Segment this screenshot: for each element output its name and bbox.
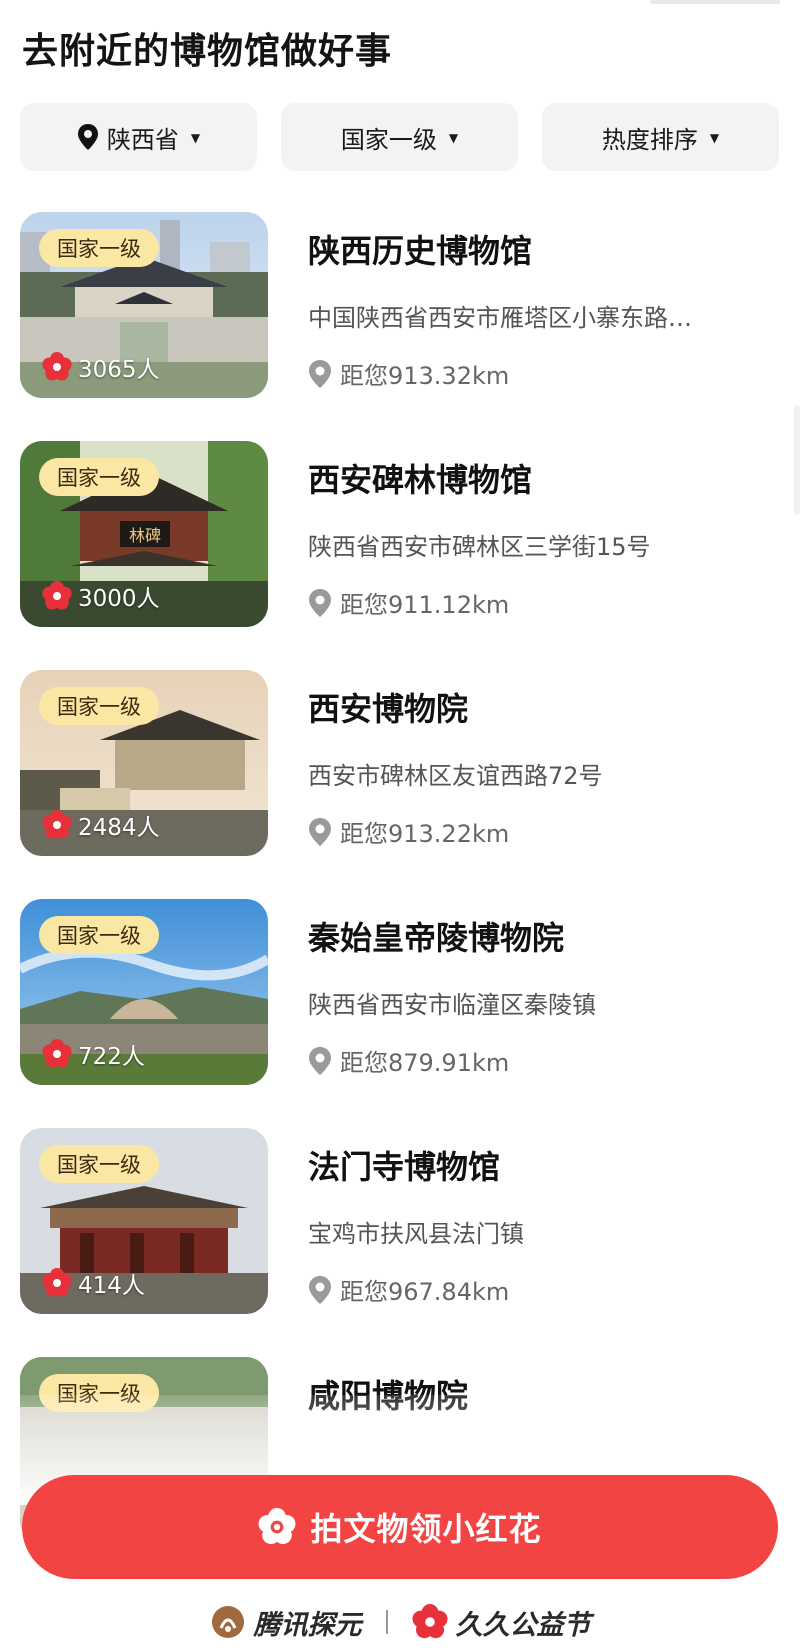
museum-distance: 距您967.84km	[308, 1272, 509, 1307]
level-badge: 国家一级	[39, 916, 159, 954]
museum-name: 秦始皇帝陵博物院	[308, 919, 565, 957]
filter-level[interactable]: 国家一级 ▼	[281, 103, 518, 171]
museum-address: 陕西省西安市碑林区三学街15号	[308, 533, 651, 561]
brand-tencent-tanyuan: 腾讯探元	[210, 1603, 362, 1642]
location-pin-icon	[309, 359, 331, 388]
filter-sort-label: 热度排序	[601, 125, 698, 154]
museum-card[interactable]: 林碑 国家一级 3000人 西安碑林博物馆 陕西省西安市碑林区三学街15号 距您…	[20, 441, 780, 627]
red-flower-icon	[42, 810, 72, 839]
museum-card[interactable]: 国家一级 3065人 陕西历史博物馆 中国陕西省西安市雁塔区小寨东路… 距您91…	[20, 212, 780, 398]
participant-count: 2484人	[42, 808, 160, 842]
museum-photo: 国家一级 3065人	[20, 212, 268, 398]
filter-level-label: 国家一级	[340, 125, 437, 154]
museum-photo: 国家一级 2484人	[20, 670, 268, 856]
museum-distance-value: 距您967.84km	[340, 1278, 510, 1306]
location-pin-icon	[309, 1275, 331, 1304]
museum-photo: 林碑 国家一级 3000人	[20, 441, 268, 627]
top-edge-bar	[650, 0, 780, 4]
museum-address: 中国陕西省西安市雁塔区小寨东路…	[308, 304, 692, 332]
red-flower-icon	[411, 1604, 448, 1639]
location-pin-icon	[309, 588, 331, 617]
caret-down-icon: ▼	[190, 131, 201, 145]
participant-count-value: 3065人	[78, 357, 160, 383]
caret-down-icon: ▼	[448, 131, 459, 145]
filter-sort[interactable]: 热度排序 ▼	[542, 103, 779, 171]
participant-count-value: 2484人	[78, 815, 160, 841]
brand-99-charity: 久久公益节	[411, 1603, 591, 1642]
museum-card[interactable]: 国家一级 414人 法门寺博物馆 宝鸡市扶风县法门镇 距您967.84km	[20, 1128, 780, 1314]
museum-card[interactable]: 国家一级 2484人 西安博物院 西安市碑林区友谊西路72号 距您913.22k…	[20, 670, 780, 856]
location-pin-icon	[309, 1046, 331, 1075]
brand-right-label: 久久公益节	[455, 1609, 591, 1641]
footer-divider	[385, 1610, 388, 1634]
red-flower-icon	[42, 1268, 72, 1297]
museum-name: 西安博物院	[308, 690, 469, 728]
svg-text:林碑: 林碑	[129, 526, 161, 545]
red-flower-icon	[42, 1039, 72, 1068]
museum-card[interactable]: 国家一级 722人 秦始皇帝陵博物院 陕西省西安市临潼区秦陵镇 距您879.91…	[20, 899, 780, 1085]
museum-distance-value: 距您913.32km	[340, 362, 510, 390]
red-flower-icon	[42, 352, 72, 381]
level-badge: 国家一级	[39, 229, 159, 267]
museum-address: 陕西省西安市临潼区秦陵镇	[308, 991, 596, 1019]
page-title: 去附近的博物馆做好事	[22, 31, 393, 72]
red-flower-icon	[42, 581, 72, 610]
participant-count: 722人	[42, 1037, 145, 1071]
museum-distance: 距您913.32km	[308, 356, 509, 391]
level-badge: 国家一级	[39, 1145, 159, 1183]
museum-distance: 距您913.22km	[308, 814, 509, 849]
museum-photo: 国家一级 722人	[20, 899, 268, 1085]
museum-name: 西安碑林博物馆	[308, 461, 533, 499]
participant-count: 3065人	[42, 350, 160, 384]
museum-distance: 距您911.12km	[308, 585, 509, 620]
red-flower-icon	[258, 1508, 296, 1545]
museum-name: 法门寺博物馆	[308, 1148, 501, 1186]
location-pin-icon	[77, 124, 98, 150]
participant-count: 414人	[42, 1266, 145, 1300]
filter-bar: 陕西省 ▼ 国家一级 ▼ 热度排序 ▼	[20, 103, 780, 171]
museum-address: 西安市碑林区友谊西路72号	[308, 762, 603, 790]
location-pin-icon	[309, 817, 331, 846]
filter-province-label: 陕西省	[106, 125, 179, 154]
brand-left-label: 腾讯探元	[253, 1609, 362, 1641]
tanyuan-logo-icon	[211, 1606, 244, 1638]
participant-count: 3000人	[42, 579, 160, 613]
museum-address: 宝鸡市扶风县法门镇	[308, 1220, 524, 1248]
museum-distance-value: 距您911.12km	[340, 591, 510, 619]
museum-distance-value: 距您913.22km	[340, 820, 510, 848]
filter-province[interactable]: 陕西省 ▼	[20, 103, 257, 171]
museum-photo: 国家一级 414人	[20, 1128, 268, 1314]
level-badge: 国家一级	[39, 687, 159, 725]
take-photo-cta-button[interactable]: 拍文物领小红花	[22, 1475, 778, 1579]
participant-count-value: 722人	[78, 1044, 145, 1070]
museum-name: 陕西历史博物馆	[308, 232, 533, 270]
museum-distance-value: 距您879.91km	[340, 1049, 510, 1077]
level-badge: 国家一级	[39, 458, 159, 496]
museum-distance: 距您879.91km	[308, 1043, 509, 1078]
participant-count-value: 414人	[78, 1273, 145, 1299]
footer-brands: 腾讯探元 久久公益节	[0, 1598, 800, 1646]
cta-label: 拍文物领小红花	[310, 1510, 542, 1548]
caret-down-icon: ▼	[709, 131, 720, 145]
side-edge-handle	[794, 405, 800, 515]
participant-count-value: 3000人	[78, 586, 160, 612]
